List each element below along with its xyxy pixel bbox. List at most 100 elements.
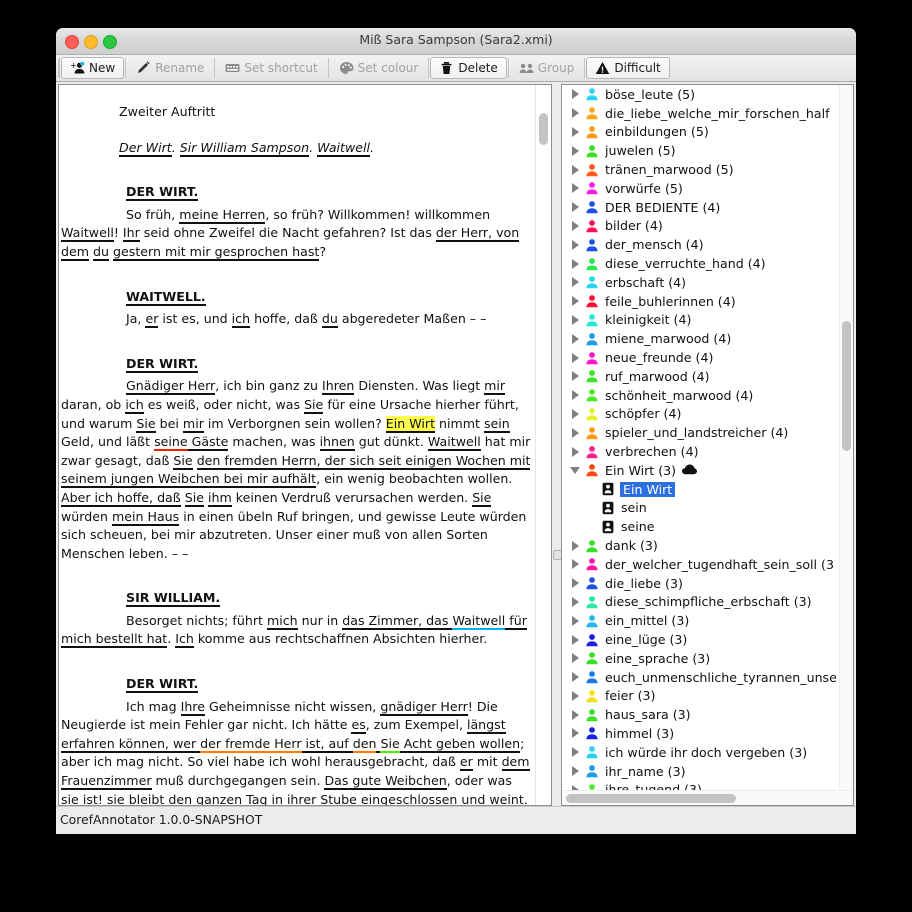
tree-row[interactable]: feier (3) bbox=[562, 687, 840, 706]
chevron-right-icon[interactable] bbox=[566, 239, 584, 250]
tree-row[interactable]: böse_leute (5) bbox=[562, 85, 840, 104]
chevron-right-icon[interactable] bbox=[566, 183, 584, 194]
set-shortcut-button[interactable]: Set shortcut bbox=[216, 57, 326, 79]
tree-row[interactable]: diese_verruchte_hand (4) bbox=[562, 254, 840, 273]
tree-row[interactable]: der_mensch (4) bbox=[562, 235, 840, 254]
tree-row[interactable]: bilder (4) bbox=[562, 217, 840, 236]
tree-row[interactable]: ruf_marwood (4) bbox=[562, 367, 840, 386]
tree-row[interactable]: ich würde ihr doch vergeben (3) bbox=[562, 743, 840, 762]
chevron-right-icon[interactable] bbox=[566, 766, 584, 777]
chevron-right-icon[interactable] bbox=[566, 390, 584, 401]
speaker-name-5: DER WIRT. bbox=[126, 676, 199, 694]
tree-row[interactable]: schönheit_marwood (4) bbox=[562, 386, 840, 405]
chevron-right-icon[interactable] bbox=[566, 314, 584, 325]
tree-row[interactable]: diese_schimpfliche_erbschaft (3) bbox=[562, 593, 840, 612]
chevron-right-icon[interactable] bbox=[566, 690, 584, 701]
tree-row[interactable]: erbschaft (4) bbox=[562, 273, 840, 292]
chevron-right-icon[interactable] bbox=[566, 202, 584, 213]
document-scrollbar-thumb[interactable] bbox=[539, 113, 548, 145]
entity-person-icon bbox=[584, 633, 600, 647]
tree-row[interactable]: verbrechen (4) bbox=[562, 442, 840, 461]
tree-row[interactable]: der_welcher_tugendhaft_sein_soll (3 bbox=[562, 555, 840, 574]
tree-row[interactable]: miene_marwood (4) bbox=[562, 329, 840, 348]
tree-row[interactable]: kleinigkeit (4) bbox=[562, 311, 840, 330]
tree-row[interactable]: die_liebe (3) bbox=[562, 574, 840, 593]
tree-row[interactable]: euch_unmenschliche_tyrannen_unse bbox=[562, 668, 840, 687]
entity-tree-list[interactable]: böse_leute (5) die_liebe_welche_mir_forsc… bbox=[562, 85, 840, 791]
tree-horizontal-scrollbar[interactable] bbox=[562, 790, 853, 805]
tree-row-label: ich würde ihr doch vergeben (3) bbox=[605, 744, 808, 760]
tree-row[interactable]: haus_sara (3) bbox=[562, 705, 840, 724]
chevron-right-icon[interactable] bbox=[566, 108, 584, 119]
chevron-right-icon[interactable] bbox=[566, 672, 584, 683]
tree-row[interactable]: vorwürfe (5) bbox=[562, 179, 840, 198]
chevron-right-icon[interactable] bbox=[566, 540, 584, 551]
chevron-right-icon[interactable] bbox=[566, 258, 584, 269]
tree-row[interactable]: dank (3) bbox=[562, 536, 840, 555]
tree-row[interactable]: spieler_und_landstreicher (4) bbox=[562, 423, 840, 442]
tree-row[interactable]: ihr_name (3) bbox=[562, 762, 840, 781]
set-colour-button[interactable]: Set colour bbox=[330, 57, 428, 79]
document-scrollbar[interactable] bbox=[535, 85, 551, 805]
tree-horizontal-scrollbar-thumb[interactable] bbox=[566, 794, 736, 803]
tree-child-row[interactable]: Ein Wirt bbox=[562, 480, 840, 499]
chevron-right-icon[interactable] bbox=[566, 634, 584, 645]
chevron-right-icon[interactable] bbox=[566, 164, 584, 175]
tree-child-row[interactable]: sein bbox=[562, 499, 840, 518]
tree-row[interactable]: juwelen (5) bbox=[562, 141, 840, 160]
twisty-arrow bbox=[571, 258, 579, 269]
chevron-right-icon[interactable] bbox=[566, 352, 584, 363]
tree-row[interactable]: neue_freunde (4) bbox=[562, 348, 840, 367]
tree-row[interactable]: ein_mittel (3) bbox=[562, 611, 840, 630]
chevron-right-icon[interactable] bbox=[566, 145, 584, 156]
chevron-right-icon[interactable] bbox=[566, 747, 584, 758]
panel-splitter[interactable] bbox=[552, 84, 562, 806]
tree-row[interactable]: feile_buhlerinnen (4) bbox=[562, 292, 840, 311]
twisty-arrow bbox=[571, 220, 579, 231]
tree-row[interactable]: einbildungen (5) bbox=[562, 123, 840, 142]
tree-child-row[interactable]: seine bbox=[562, 517, 840, 536]
chevron-right-icon[interactable] bbox=[566, 89, 584, 100]
chevron-right-icon[interactable] bbox=[566, 728, 584, 739]
chevron-right-icon[interactable] bbox=[566, 220, 584, 231]
chevron-right-icon[interactable] bbox=[566, 709, 584, 720]
chevron-right-icon[interactable] bbox=[566, 126, 584, 137]
chevron-right-icon[interactable] bbox=[566, 559, 584, 570]
chevron-right-icon[interactable] bbox=[566, 408, 584, 419]
group-button[interactable]: Group bbox=[510, 57, 584, 79]
tree-row[interactable]: DER BEDIENTE (4) bbox=[562, 198, 840, 217]
chevron-right-icon[interactable] bbox=[566, 277, 584, 288]
tree-row[interactable]: Ein Wirt (3) bbox=[562, 461, 840, 480]
chevron-right-icon[interactable] bbox=[566, 653, 584, 664]
tree-row[interactable]: die_liebe_welche_mir_forschen_half bbox=[562, 104, 840, 123]
chevron-right-icon[interactable] bbox=[566, 578, 584, 589]
delete-button[interactable]: Delete bbox=[430, 57, 507, 79]
chevron-right-icon[interactable] bbox=[566, 296, 584, 307]
document-body[interactable]: Zweiter Auftritt Der Wirt. Sir William S… bbox=[59, 85, 535, 805]
tree-row[interactable]: tränen_marwood (5) bbox=[562, 160, 840, 179]
chevron-right-icon[interactable] bbox=[566, 371, 584, 382]
tree-row[interactable]: eine_lüge (3) bbox=[562, 630, 840, 649]
tree-row-label: ruf_marwood (4) bbox=[605, 368, 710, 384]
document-text-panel[interactable]: Zweiter Auftritt Der Wirt. Sir William S… bbox=[58, 84, 552, 806]
chevron-right-icon[interactable] bbox=[566, 615, 584, 626]
tree-row-label: juwelen (5) bbox=[605, 143, 676, 159]
chevron-right-icon[interactable] bbox=[566, 596, 584, 607]
tree-row-label: einbildungen (5) bbox=[605, 124, 709, 140]
rename-button[interactable]: Rename bbox=[127, 57, 213, 79]
new-button[interactable]: + New bbox=[61, 57, 125, 79]
cloud-icon bbox=[682, 463, 698, 478]
tree-vertical-scrollbar[interactable] bbox=[839, 85, 853, 791]
chevron-right-icon[interactable] bbox=[566, 446, 584, 457]
tree-row[interactable]: schöpfer (4) bbox=[562, 405, 840, 424]
chevron-right-icon[interactable] bbox=[566, 333, 584, 344]
twisty-arrow bbox=[571, 277, 579, 288]
tree-row[interactable]: himmel (3) bbox=[562, 724, 840, 743]
chevron-down-icon[interactable] bbox=[566, 466, 584, 474]
tree-vertical-scrollbar-thumb[interactable] bbox=[842, 321, 851, 451]
chevron-right-icon[interactable] bbox=[566, 427, 584, 438]
speaker-label: DER WIRT. bbox=[126, 355, 531, 374]
tree-row[interactable]: eine_sprache (3) bbox=[562, 649, 840, 668]
entity-tree-panel[interactable]: böse_leute (5) die_liebe_welche_mir_forsc… bbox=[561, 84, 854, 806]
difficult-button[interactable]: Difficult bbox=[586, 57, 670, 79]
